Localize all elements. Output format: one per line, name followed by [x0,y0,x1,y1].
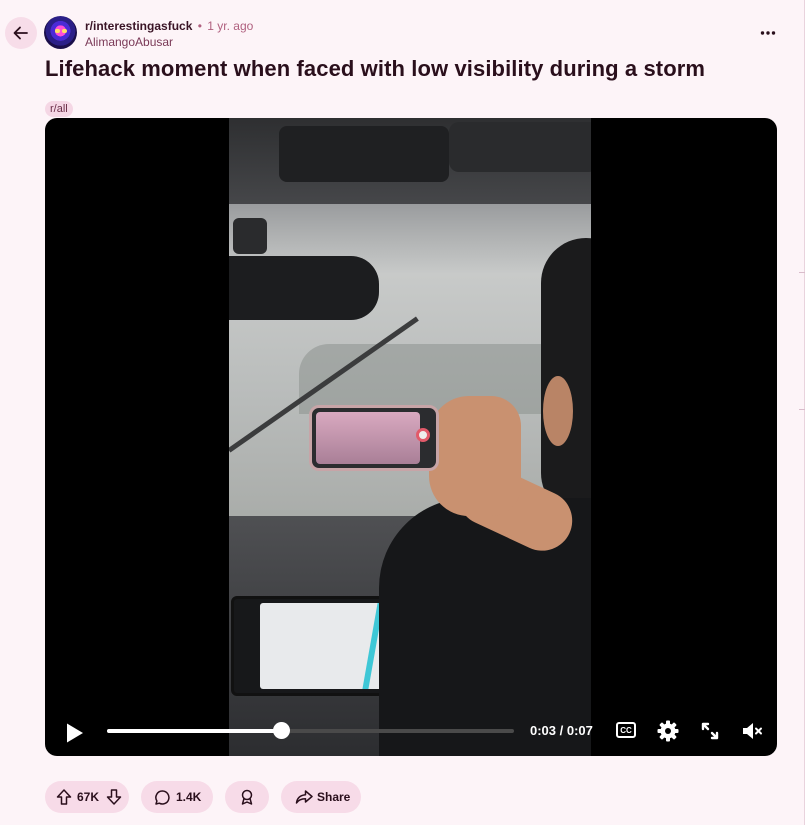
comment-count: 1.4K [176,790,202,804]
settings-button[interactable] [656,719,680,743]
comments-button[interactable]: 1.4K [141,781,213,813]
video-player[interactable]: 0:03 / 0:07 CC [45,118,777,756]
award-icon [241,789,253,805]
fullscreen-button[interactable] [698,719,722,743]
more-options-button[interactable] [754,20,782,46]
expand-icon [701,722,719,740]
arrow-up-icon [56,789,72,805]
seek-handle[interactable] [273,722,291,739]
arrow-down-icon [106,789,122,805]
page-edge-tick [799,272,805,273]
award-button[interactable] [225,781,269,813]
share-arrow-icon [295,790,313,804]
back-button[interactable] [5,17,37,49]
post-flair[interactable]: r/all [45,101,73,117]
upvote-button[interactable] [55,788,73,806]
play-button[interactable] [61,720,87,746]
video-frame [229,118,591,756]
downvote-button[interactable] [105,788,123,806]
meta-separator: • [197,19,202,33]
share-label: Share [317,790,351,804]
avatar-eye [62,29,67,33]
play-icon [67,723,83,743]
author-link[interactable]: AlimangoAbusar [85,34,253,50]
page-edge-tick [799,409,805,410]
video-controls: 0:03 / 0:07 CC [45,712,777,756]
gear-icon [657,720,679,742]
avatar-eye [55,29,60,33]
arrow-left-icon [13,26,28,40]
volume-muted-icon [743,723,762,739]
seek-bar[interactable] [107,722,514,739]
subreddit-link[interactable]: r/interestingasfuck [85,19,192,33]
post-title: Lifehack moment when faced with low visi… [45,56,706,81]
share-button[interactable]: Share [281,781,361,813]
captions-button[interactable]: CC [616,722,636,738]
more-horizontal-icon [760,31,776,35]
captions-label: CC [620,725,632,735]
subreddit-avatar[interactable] [44,16,77,49]
vote-group: 67K [45,781,129,813]
seek-progress [107,729,282,733]
post-meta: r/interestingasfuck • 1 yr. ago Alimango… [85,18,253,50]
post-age: 1 yr. ago [207,19,254,33]
time-display: 0:03 / 0:07 [530,723,593,738]
comment-bubble-icon [155,790,170,805]
mute-button[interactable] [740,719,764,743]
vote-score: 67K [77,790,100,804]
